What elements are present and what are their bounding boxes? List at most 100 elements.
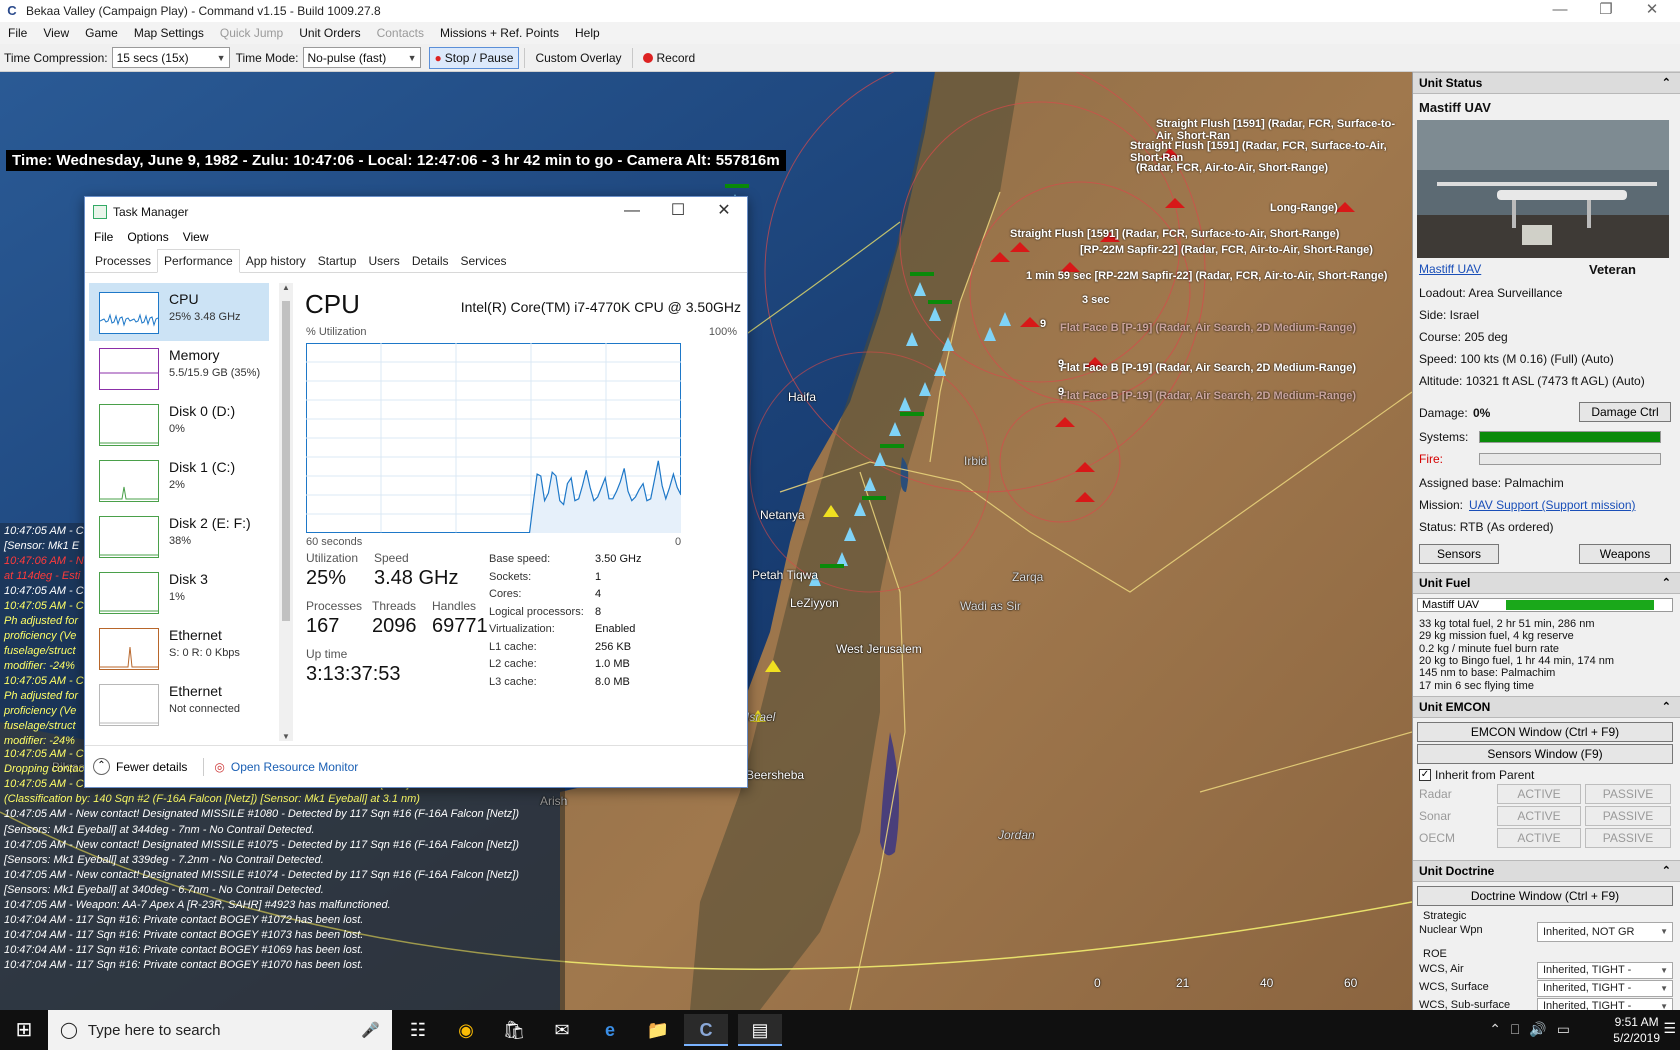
cpu-stat-value: 3:13:37:53 <box>306 663 401 685</box>
contact-label[interactable]: [RP-22M Sapfir-22] (Radar, FCR, Air-to-A… <box>1080 244 1373 256</box>
unit-doctrine-title: Unit Doctrine <box>1419 864 1495 878</box>
doctrine-window-button[interactable]: Doctrine Window (Ctrl + F9) <box>1417 886 1673 906</box>
resource-item[interactable]: Disk 3 1% <box>89 563 269 621</box>
resource-list-scrollbar[interactable]: ▲ ▼ <box>279 283 293 741</box>
scroll-down-icon[interactable]: ▼ <box>279 732 293 741</box>
contact-label[interactable]: Straight Flush [1591] (Radar, FCR, Surfa… <box>1130 140 1412 164</box>
resource-item[interactable]: Disk 2 (E: F:) 38% <box>89 507 269 565</box>
edge-icon[interactable]: e <box>588 1014 632 1046</box>
resource-item[interactable]: Ethernet S: 0 R: 0 Kbps <box>89 619 269 677</box>
microphone-icon[interactable]: 🎤 <box>361 1021 380 1039</box>
task-manager-app-icon[interactable]: ▤ <box>738 1014 782 1046</box>
graph-zero-label: 0 <box>675 536 682 548</box>
resource-item[interactable]: Disk 1 (C:) 2% <box>89 451 269 509</box>
resource-item[interactable]: Ethernet Not connected <box>89 675 269 733</box>
contact-label[interactable]: Flat Face B [P-19] (Radar, Air Search, 2… <box>1060 362 1356 374</box>
collapse-icon[interactable]: ⌃ <box>1662 73 1671 93</box>
task-view-icon[interactable]: ☷ <box>396 1014 440 1046</box>
open-resource-monitor-link[interactable]: Open Resource Monitor <box>231 760 358 774</box>
nuclear-select[interactable]: Inherited, NOT GR ▼ <box>1537 922 1673 942</box>
custom-overlay-button[interactable]: Custom Overlay <box>530 47 626 69</box>
wcs-select[interactable]: Inherited, TIGHT - ▼ <box>1537 962 1673 979</box>
tab-users[interactable]: Users <box>362 250 405 272</box>
tab-details[interactable]: Details <box>406 250 455 272</box>
wcs-select[interactable]: Inherited, TIGHT - ▼ <box>1537 980 1673 997</box>
unit-emcon-header[interactable]: Unit EMCON ⌃ <box>1413 696 1680 718</box>
taskbar-search[interactable]: ◯ Type here to search 🎤 <box>48 1010 392 1050</box>
contact-label[interactable]: Straight Flush [1591] (Radar, FCR, Surfa… <box>1010 228 1339 240</box>
maximize-icon[interactable]: ☐ <box>655 197 701 227</box>
store-icon[interactable]: 🛍 <box>492 1014 536 1046</box>
fuel-detail-line: 145 nm to base: Palmachim <box>1419 667 1556 680</box>
menu-view[interactable]: View <box>35 26 77 40</box>
unit-fuel-header[interactable]: Unit Fuel ⌃ <box>1413 572 1680 594</box>
contact-label[interactable]: Straight Flush [1591] (Radar, FCR, Surfa… <box>1156 118 1412 142</box>
scrollbar-thumb[interactable] <box>282 301 290 621</box>
tm-menu-options[interactable]: Options <box>120 230 175 244</box>
chrome-icon[interactable]: ◉ <box>444 1014 488 1046</box>
file-explorer-icon[interactable]: 📁 <box>636 1014 680 1046</box>
damage-ctrl-button[interactable]: Damage Ctrl <box>1579 402 1671 422</box>
minimize-icon[interactable]: — <box>609 197 655 227</box>
contact-label[interactable]: 9 <box>1058 358 1064 370</box>
resource-item[interactable]: Memory 5.5/15.9 GB (35%) <box>89 339 269 397</box>
resource-item[interactable]: CPU 25% 3.48 GHz <box>89 283 269 341</box>
tab-startup[interactable]: Startup <box>312 250 363 272</box>
chevron-up-icon[interactable]: ⌃ <box>93 758 110 775</box>
sensors-button[interactable]: Sensors <box>1419 544 1499 564</box>
close-icon[interactable]: ✕ <box>1632 0 1672 22</box>
record-button[interactable]: Record <box>638 47 701 69</box>
system-tray[interactable]: ⌃⎕🔊▭ <box>1489 1021 1580 1038</box>
wcs-select[interactable]: Inherited, TIGHT - ▼ <box>1537 998 1673 1010</box>
scroll-up-icon[interactable]: ▲ <box>279 283 293 292</box>
collapse-icon[interactable]: ⌃ <box>1662 697 1671 717</box>
menu-map-settings[interactable]: Map Settings <box>126 26 212 40</box>
minimize-icon[interactable]: — <box>1540 0 1580 22</box>
menu-missions[interactable]: Missions + Ref. Points <box>432 26 567 40</box>
time-compression-select[interactable]: 15 secs (15x) ▼ <box>111 47 230 68</box>
cpu-stat-value: 2096 <box>372 615 417 637</box>
collapse-icon[interactable]: ⌃ <box>1662 861 1671 881</box>
resource-value: 0% <box>169 423 185 435</box>
tm-menu-file[interactable]: File <box>87 230 120 244</box>
inherit-checkbox[interactable]: ✓ <box>1419 769 1431 781</box>
menu-game[interactable]: Game <box>77 26 126 40</box>
contact-label[interactable]: Long-Range) <box>1270 202 1338 214</box>
cpu-spec-label: L3 cache: <box>489 675 537 688</box>
contact-label[interactable]: (Radar, FCR, Air-to-Air, Short-Range) <box>1136 162 1328 174</box>
menu-file[interactable]: File <box>0 26 35 40</box>
task-manager-window[interactable]: Task Manager — ☐ ✕ File Options View Pro… <box>84 196 748 788</box>
contact-label[interactable]: 3 sec <box>1082 294 1110 306</box>
weapons-button[interactable]: Weapons <box>1579 544 1671 564</box>
menu-help[interactable]: Help <box>567 26 608 40</box>
contact-label[interactable]: Flat Face B [P-19] (Radar, Air Search, 2… <box>1060 322 1356 334</box>
tab-app-history[interactable]: App history <box>240 250 312 272</box>
mail-icon[interactable]: ✉ <box>540 1014 584 1046</box>
tab-services[interactable]: Services <box>455 250 513 272</box>
resource-item[interactable]: Disk 0 (D:) 0% <box>89 395 269 453</box>
sensors-window-button[interactable]: Sensors Window (F9) <box>1417 744 1673 764</box>
contact-label[interactable]: 1 min 59 sec [RP-22M Sapfir-22] (Radar, … <box>1026 270 1387 282</box>
tab-processes[interactable]: Processes <box>89 250 157 272</box>
time-mode-select[interactable]: No-pulse (fast) ▼ <box>302 47 421 68</box>
restore-icon[interactable]: ❐ <box>1586 0 1626 22</box>
taskbar-clock[interactable]: 9:51 AM 5/2/2019 <box>1613 1014 1660 1046</box>
tm-menu-view[interactable]: View <box>176 230 216 244</box>
tab-performance[interactable]: Performance <box>157 249 240 273</box>
menu-unit-orders[interactable]: Unit Orders <box>291 26 368 40</box>
emcon-window-button[interactable]: EMCON Window (Ctrl + F9) <box>1417 722 1673 742</box>
command-app-icon[interactable]: C <box>684 1014 728 1046</box>
mission-link[interactable]: UAV Support (Support mission) <box>1469 498 1636 512</box>
contact-label[interactable]: Flat Face B [P-19] (Radar, Air Search, 2… <box>1060 390 1356 402</box>
contact-label[interactable]: 9 <box>1058 386 1064 398</box>
unit-status-header[interactable]: Unit Status ⌃ <box>1413 72 1680 94</box>
collapse-icon[interactable]: ⌃ <box>1662 573 1671 593</box>
notifications-icon[interactable]: ☰ <box>1663 1020 1676 1037</box>
fewer-details-link[interactable]: Fewer details <box>116 760 187 774</box>
stop-pause-button[interactable]: ● Stop / Pause <box>428 46 520 69</box>
unit-doctrine-header[interactable]: Unit Doctrine ⌃ <box>1413 860 1680 882</box>
unit-class-link[interactable]: Mastiff UAV <box>1419 262 1481 276</box>
close-icon[interactable]: ✕ <box>701 197 747 227</box>
contact-label[interactable]: 9 <box>1040 318 1046 330</box>
windows-start-icon[interactable]: ⊞ <box>2 1014 46 1046</box>
